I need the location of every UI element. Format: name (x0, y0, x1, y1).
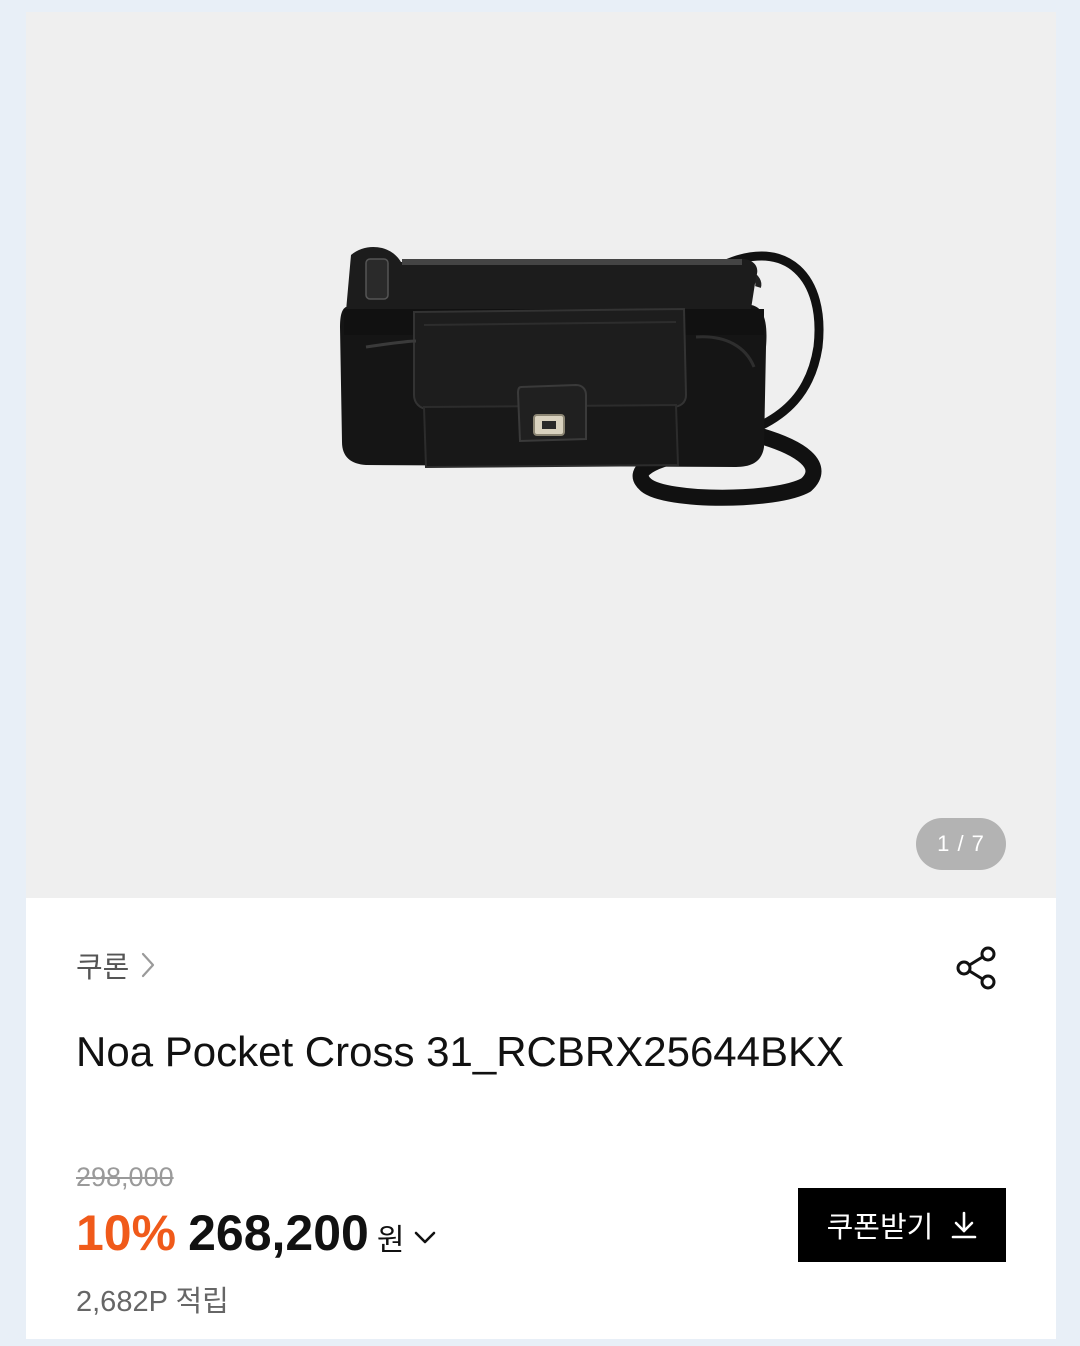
coupon-button-label: 쿠폰받기 (826, 1212, 934, 1244)
coupon-download-button[interactable]: 쿠폰받기 (798, 1188, 1006, 1262)
brand-link[interactable]: 쿠론 (76, 944, 155, 986)
sale-price: 268,200 (188, 1205, 369, 1261)
chevron-right-icon (142, 952, 155, 978)
download-icon (952, 1211, 977, 1239)
product-info: 쿠론 Noa Pocket Cross 31_RCBRX25644BKX 298… (26, 898, 1056, 1339)
chevron-down-icon (415, 1231, 436, 1244)
product-card: 1 / 7 쿠론 Noa Pocket Cross 31_RCBRX25644B… (26, 12, 1056, 1339)
brand-name: 쿠론 (76, 952, 130, 984)
reward-points: 2,682P 적립 (76, 1286, 229, 1318)
product-image (340, 246, 824, 506)
share-icon[interactable] (952, 944, 1000, 992)
discount-rate: 10% (76, 1205, 177, 1261)
price-detail-toggle[interactable]: 10% 268,200 원 (76, 1204, 436, 1262)
original-price: 298,000 (76, 1162, 174, 1192)
image-counter: 1 / 7 (916, 818, 1006, 870)
currency-unit: 원 (376, 1224, 405, 1257)
product-image-gallery[interactable]: 1 / 7 (26, 12, 1056, 898)
product-title: Noa Pocket Cross 31_RCBRX25644BKX (76, 1028, 845, 1075)
